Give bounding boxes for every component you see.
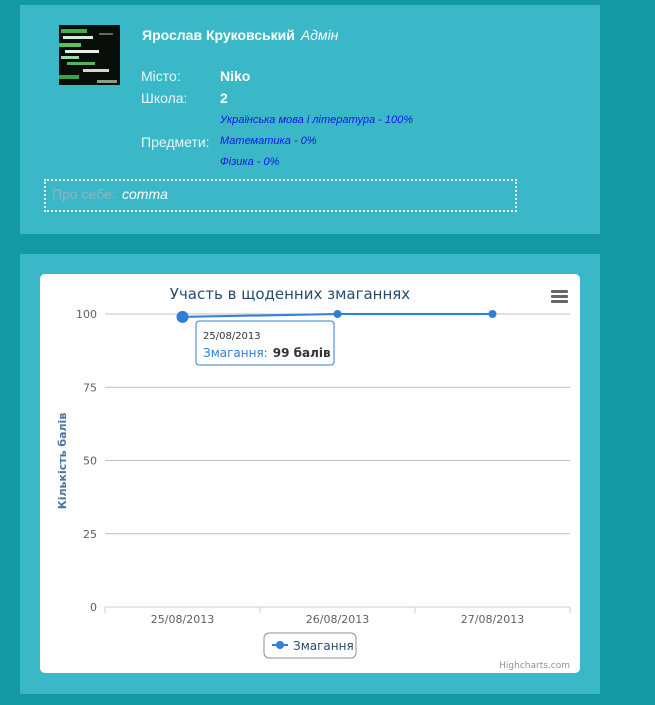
y-axis-title: Кількість балів (56, 413, 69, 510)
chart-card: Участь в щоденних змаганнях 0 25 50 75 100 2… (40, 274, 580, 673)
chart-tooltip: 25/08/2013 Змагання: 99 балів (195, 320, 335, 366)
x-tick-label: 25/08/2013 (151, 613, 214, 626)
tooltip-line: Змагання: 99 балів (203, 346, 331, 360)
user-role: Адмін (300, 27, 339, 43)
y-tick-label: 25 (83, 528, 97, 541)
about-value: comma (122, 186, 168, 202)
grid-lines (105, 313, 570, 535)
city-value: Niko (220, 68, 251, 84)
highcharts-credits[interactable]: Highcharts.com (499, 661, 570, 671)
x-tick-label: 27/08/2013 (461, 613, 524, 626)
data-point[interactable] (488, 310, 497, 318)
subject-item-math[interactable]: Математика - 0% (220, 135, 317, 147)
data-point[interactable] (333, 310, 342, 318)
avatar-code-image (59, 25, 120, 85)
hamburger-menu-icon[interactable] (551, 290, 568, 303)
data-point[interactable] (176, 310, 189, 323)
legend-series-marker (276, 641, 284, 649)
tooltip-series-label: Змагання: (203, 346, 268, 360)
chart-panel: Участь в щоденних змаганнях 0 25 50 75 100 2… (20, 254, 600, 694)
user-avatar[interactable] (59, 25, 120, 85)
y-axis-ticks: 0 25 50 75 100 (76, 308, 97, 614)
profile-panel: Ярослав Круковський Адмін Місто: Niko Шко… (20, 5, 600, 234)
tooltip-date: 25/08/2013 (203, 331, 261, 342)
x-tick-label: 26/08/2013 (306, 613, 369, 626)
chart-legend[interactable]: Змагання (263, 632, 357, 659)
x-axis-ticks: 25/08/2013 26/08/2013 27/08/2013 (104, 607, 571, 626)
city-label: Місто: (141, 68, 181, 84)
tooltip-value: 99 балів (273, 346, 331, 360)
school-value: 2 (220, 90, 228, 106)
y-tick-label: 0 (90, 601, 97, 614)
y-tick-label: 50 (83, 455, 97, 468)
y-tick-label: 75 (83, 381, 97, 394)
daily-contest-chart: Участь в щоденних змаганнях 0 25 50 75 100 2… (56, 285, 571, 671)
user-name[interactable]: Ярослав Круковський Адмін (142, 27, 338, 43)
subjects-label: Предмети: (141, 134, 210, 150)
chart-title: Участь в щоденних змаганнях (170, 285, 411, 303)
subject-item-physics[interactable]: Фізика - 0% (220, 156, 279, 168)
about-label: Про себе: (52, 186, 116, 202)
subject-item-ukrainian[interactable]: Українська мова і література - 100% (220, 114, 413, 126)
school-label: Школа: (141, 90, 188, 106)
user-name-text[interactable]: Ярослав Круковський (142, 27, 295, 43)
about-me-box[interactable]: Про себе: comma (44, 179, 517, 212)
legend-item-zmahannia[interactable]: Змагання (293, 639, 354, 653)
y-tick-label: 100 (76, 308, 97, 321)
